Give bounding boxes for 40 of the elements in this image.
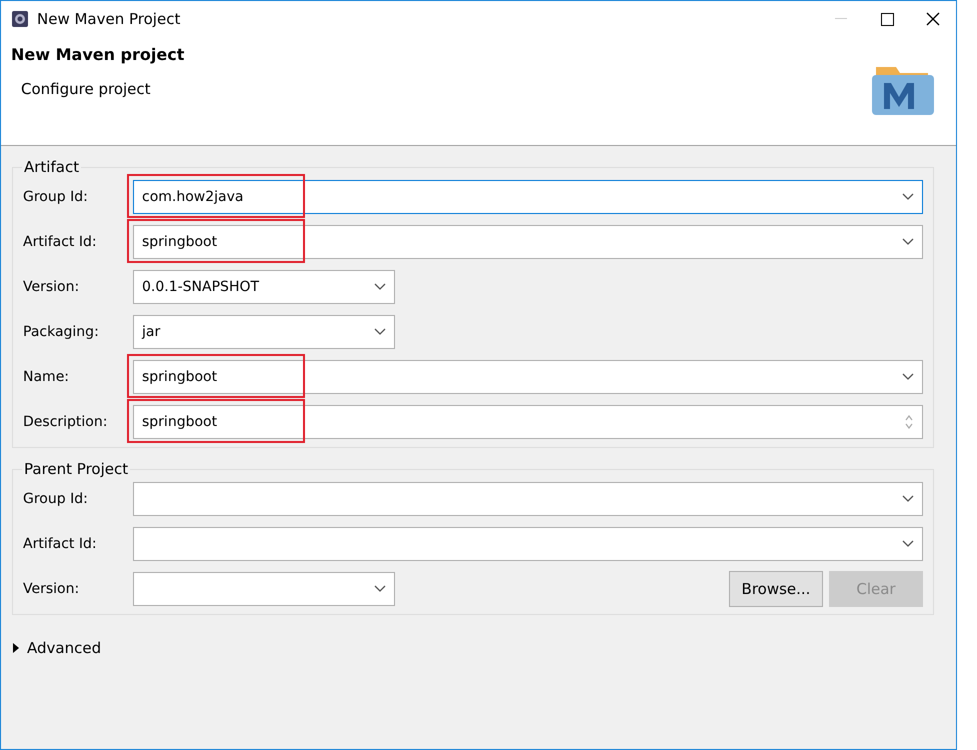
combo-box[interactable]: com.how2java bbox=[133, 180, 923, 214]
field-label: Packaging: bbox=[23, 324, 100, 340]
chevron-down-icon[interactable] bbox=[374, 328, 386, 336]
field-label: Name: bbox=[23, 369, 70, 385]
field-value: springboot bbox=[142, 369, 218, 385]
group-title: Parent Project bbox=[23, 460, 130, 478]
chevron-down-icon[interactable] bbox=[902, 495, 914, 503]
page-title: New Maven project bbox=[11, 45, 184, 64]
page-subtitle: Configure project bbox=[21, 80, 152, 98]
field-value: com.how2java bbox=[142, 189, 244, 205]
combo-box[interactable]: jar bbox=[133, 315, 395, 349]
field-label: Artifact Id: bbox=[23, 234, 98, 250]
chevron-down-icon[interactable] bbox=[902, 193, 914, 201]
triangle-icon bbox=[12, 643, 19, 653]
app-icon bbox=[11, 10, 29, 28]
browse-button[interactable]: Browse... bbox=[729, 571, 823, 607]
chevron-down-icon[interactable] bbox=[374, 585, 386, 593]
group-title: Artifact bbox=[23, 158, 80, 176]
close-icon[interactable] bbox=[926, 12, 940, 26]
field-label: Group Id: bbox=[23, 491, 89, 507]
chevron-down-icon[interactable] bbox=[902, 238, 914, 246]
field-value: springboot bbox=[142, 414, 218, 430]
window-title: New Maven Project bbox=[37, 10, 182, 28]
field-value: jar bbox=[142, 324, 162, 340]
chevron-down-icon[interactable] bbox=[902, 540, 914, 548]
chevron-down-icon[interactable] bbox=[902, 373, 914, 381]
field-label: Version: bbox=[23, 581, 80, 597]
text-field[interactable]: springboot bbox=[133, 405, 923, 439]
field-value: 0.0.1-SNAPSHOT bbox=[142, 279, 260, 295]
field-value: springboot bbox=[142, 234, 218, 250]
maximize-icon[interactable] bbox=[880, 12, 894, 26]
field-label: Artifact Id: bbox=[23, 536, 98, 552]
combo-box[interactable]: 0.0.1-SNAPSHOT bbox=[133, 270, 395, 304]
field-label: Description: bbox=[23, 414, 108, 430]
field-label: Group Id: bbox=[23, 189, 89, 205]
field-label: Version: bbox=[23, 279, 80, 295]
combo-box[interactable]: springboot bbox=[133, 360, 923, 394]
combo-box[interactable]: springboot bbox=[133, 225, 923, 259]
chevron-down-icon[interactable] bbox=[374, 283, 386, 291]
advanced-toggle[interactable]: Advanced bbox=[12, 639, 934, 657]
